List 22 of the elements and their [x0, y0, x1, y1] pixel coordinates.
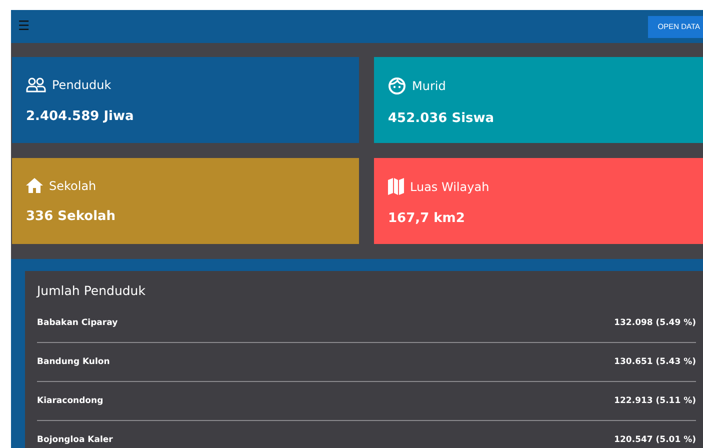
stat-value: 336 Sekolah [26, 209, 117, 224]
district-name: Babakan Ciparay [37, 318, 118, 328]
menu-icon[interactable]: ☰ [18, 20, 30, 33]
stat-label: Luas Wilayah [410, 180, 490, 194]
stat-label: Murid [412, 79, 446, 93]
stat-value: 2.404.589 Jiwa [26, 109, 135, 124]
people-icon [26, 77, 46, 93]
stat-value: 452.036 Siswa [388, 111, 496, 126]
district-name: Bojongloa Kaler [37, 435, 113, 445]
population-count: 122.913 (5.11 %) [614, 396, 696, 406]
stat-label: Penduduk [52, 78, 112, 92]
stat-value: 167,7 km2 [388, 211, 466, 226]
district-name: Bandung Kulon [37, 357, 110, 367]
home-icon [26, 178, 43, 193]
population-count: 130.651 (5.43 %) [614, 357, 696, 367]
face-icon [388, 77, 406, 95]
stat-label: Sekolah [49, 178, 96, 192]
population-count: 132.098 (5.49 %) [614, 318, 696, 328]
panel-title: Jumlah Penduduk [37, 282, 146, 300]
district-name: Kiaracondong [37, 396, 104, 406]
map-icon [388, 178, 404, 195]
population-count: 120.547 (5.01 %) [614, 435, 696, 445]
